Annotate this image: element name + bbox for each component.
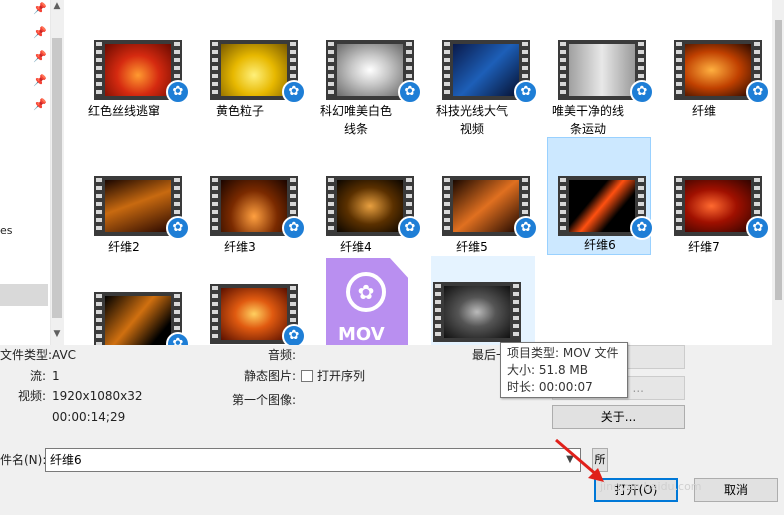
file-tile[interactable]: ✿ 红色丝线逃窜: [72, 36, 190, 144]
media-badge-icon: ✿: [398, 80, 422, 104]
nav-item-selected[interactable]: [0, 284, 48, 306]
pin-icon[interactable]: 📌: [33, 50, 47, 64]
file-tile[interactable]: ✿ 科幻唯美白色线条: [304, 36, 422, 144]
file-tile-hover[interactable]: [431, 256, 535, 345]
duration-value: 00:00:14;29: [52, 410, 126, 424]
mov-file-icon: ✿ MOV: [326, 258, 408, 345]
film-reel-icon: ✿: [346, 272, 386, 312]
file-tile[interactable]: ✿ 纤维3: [188, 172, 306, 280]
file-name: 纤维7: [688, 240, 720, 254]
file-name: 纤维: [691, 104, 716, 118]
file-tile[interactable]: ✿: [72, 288, 190, 345]
open-sequence-label: 打开序列: [317, 369, 366, 383]
media-badge-icon: ✿: [514, 216, 538, 240]
video-thumbnail: [433, 282, 521, 342]
pin-icon[interactable]: 📌: [33, 2, 47, 16]
media-badge-icon: ✿: [746, 80, 770, 104]
media-badge-icon: ✿: [746, 216, 770, 240]
media-badge-icon: ✿: [282, 80, 306, 104]
media-badge-icon: ✿: [398, 216, 422, 240]
file-name: 科技光线大气视频: [435, 104, 508, 136]
first-image-label: 第一个图像:: [232, 393, 297, 407]
media-badge-icon: ✿: [166, 332, 190, 345]
pin-icon[interactable]: 📌: [33, 98, 47, 112]
filename-label: 件名(N):: [0, 453, 47, 467]
media-badge-icon: ✿: [166, 80, 190, 104]
file-name: 唯美干净的线条运动: [551, 104, 624, 136]
media-badge-icon: ✿: [282, 216, 306, 240]
stream-label: 流:: [30, 369, 47, 383]
file-tile[interactable]: ✿: [188, 280, 306, 345]
file-name: 纤维6: [584, 238, 616, 252]
file-name: 黄色粒子: [215, 104, 264, 118]
stream-value: 1: [52, 369, 60, 383]
still-image-label: 静态图片:: [244, 369, 297, 383]
file-name: 纤维5: [456, 240, 488, 254]
annotation-arrow-icon: [555, 438, 604, 482]
navigation-pane: 📌 📌 📌 📌 📌 es ▲ ▼: [0, 0, 64, 345]
file-name: 红色丝线逃窜: [87, 104, 160, 118]
scroll-up-icon[interactable]: ▲: [51, 0, 63, 12]
open-sequence-checkbox[interactable]: [301, 370, 313, 382]
watermark: jingyan.baidu.com: [600, 480, 702, 493]
file-type-label: 文件类型:: [0, 348, 53, 362]
file-name: 纤维3: [224, 240, 256, 254]
media-badge-icon: ✿: [282, 324, 306, 345]
tooltip-duration: 时长: 00:00:07: [507, 380, 593, 394]
file-tile[interactable]: ✿ 黄色粒子: [188, 36, 306, 144]
tooltip-size: 大小: 51.8 MB: [507, 363, 588, 377]
tooltip-type: 项目类型: MOV 文件: [507, 346, 619, 360]
pin-icon[interactable]: 📌: [33, 26, 47, 40]
about-button[interactable]: 关于...: [552, 405, 685, 429]
file-name: 纤维4: [340, 240, 372, 254]
file-name: 科幻唯美白色线条: [319, 104, 392, 136]
media-badge-icon: ✿: [630, 80, 654, 104]
filename-input[interactable]: 纤维6: [45, 448, 581, 472]
mov-icon-label: MOV: [338, 324, 385, 345]
file-tile[interactable]: ✿ 纤维7: [652, 172, 770, 280]
file-tile[interactable]: ✿ 纤维2: [72, 172, 190, 280]
cancel-button[interactable]: 取消: [694, 478, 778, 502]
file-name: 纤维2: [108, 240, 140, 254]
file-type-value: AVC: [52, 348, 77, 362]
scroll-down-icon[interactable]: ▼: [51, 328, 63, 340]
file-tile[interactable]: ✿ 纤维: [652, 36, 770, 144]
media-badge-icon: ✿: [166, 216, 190, 240]
file-tile[interactable]: ✿ 唯美干净的线条运动: [536, 36, 654, 144]
open-file-dialog: 📌 📌 📌 📌 📌 es ▲ ▼ ✿ 红色丝线逃窜 ✿ 黄色粒子 ✿ 科幻唯美白…: [0, 0, 784, 515]
file-info-tooltip: 项目类型: MOV 文件 大小: 51.8 MB 时长: 00:00:07: [500, 342, 628, 398]
file-grid: ✿ 红色丝线逃窜 ✿ 黄色粒子 ✿ 科幻唯美白色线条 ✿ 科技光线大气视频 ✿ …: [64, 0, 772, 345]
nav-item-label[interactable]: es: [0, 224, 13, 237]
media-badge-icon: ✿: [514, 80, 538, 104]
video-label: 视频:: [18, 389, 47, 403]
pin-icon[interactable]: 📌: [33, 74, 47, 88]
nav-scrollbar-thumb[interactable]: [52, 38, 62, 318]
grid-scrollbar-thumb[interactable]: [775, 20, 782, 300]
audio-label: 音频:: [268, 348, 297, 362]
file-tile[interactable]: ✿ 科技光线大气视频: [420, 36, 538, 144]
file-tile-selected[interactable]: ✿ 纤维6: [547, 137, 654, 255]
video-value: 1920x1080x32: [52, 389, 143, 403]
